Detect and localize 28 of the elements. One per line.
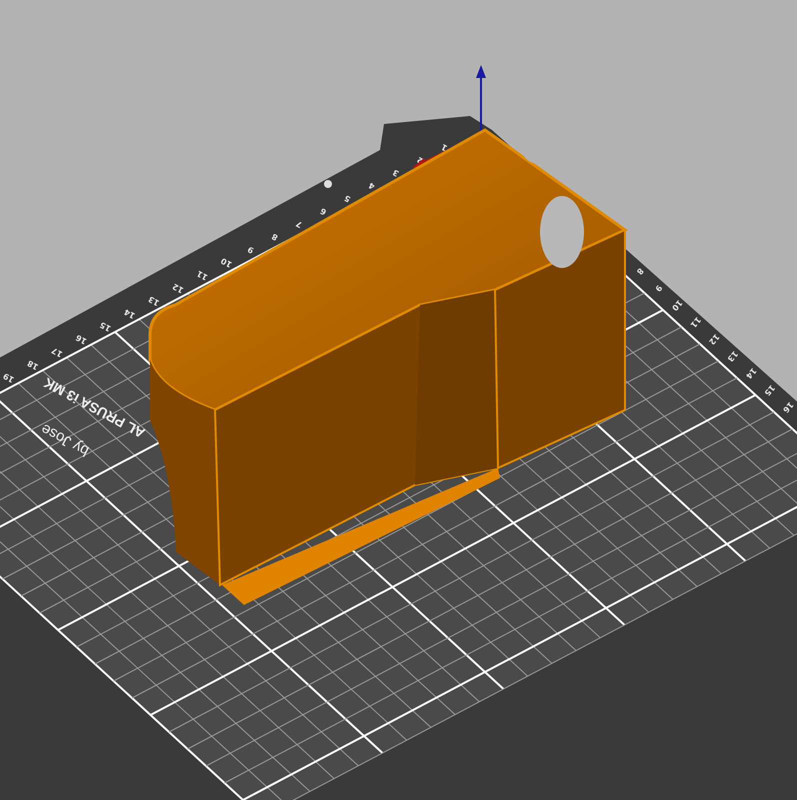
- ruler-number: 16: [74, 332, 88, 346]
- ruler-number: 3: [391, 168, 400, 178]
- ruler-number: 16: [780, 400, 796, 414]
- ruler-number: 5: [342, 193, 352, 204]
- ruler-number: 7: [294, 218, 304, 230]
- ruler-number: 15: [762, 383, 777, 398]
- ruler-number: 13: [146, 294, 161, 308]
- ruler-number: 10: [670, 298, 684, 312]
- ruler-number: 12: [706, 332, 722, 346]
- ruler-number: 18: [26, 358, 40, 372]
- ruler-number: 9: [653, 283, 664, 294]
- ruler-number: 1: [440, 142, 449, 153]
- ruler-number: 15: [98, 320, 113, 334]
- ruler-number: 8: [634, 266, 646, 276]
- ruler-number: 9: [246, 244, 256, 256]
- ruler-number: 4: [367, 180, 376, 192]
- ruler-number: 6: [318, 206, 328, 217]
- ruler-number: 8: [270, 232, 280, 242]
- ruler-number: 11: [688, 315, 703, 330]
- ruler-number: 10: [219, 256, 234, 270]
- ruler-number: 13: [725, 349, 740, 364]
- ruler-number: 19: [2, 371, 16, 384]
- ruler-number: 17: [50, 346, 64, 359]
- ruler-number: 11: [195, 268, 210, 282]
- bed-label: by Jose: [38, 420, 92, 460]
- ruler-number: 14: [744, 366, 758, 380]
- ruler-number: 12: [171, 282, 186, 295]
- ruler-number: 14: [122, 307, 137, 320]
